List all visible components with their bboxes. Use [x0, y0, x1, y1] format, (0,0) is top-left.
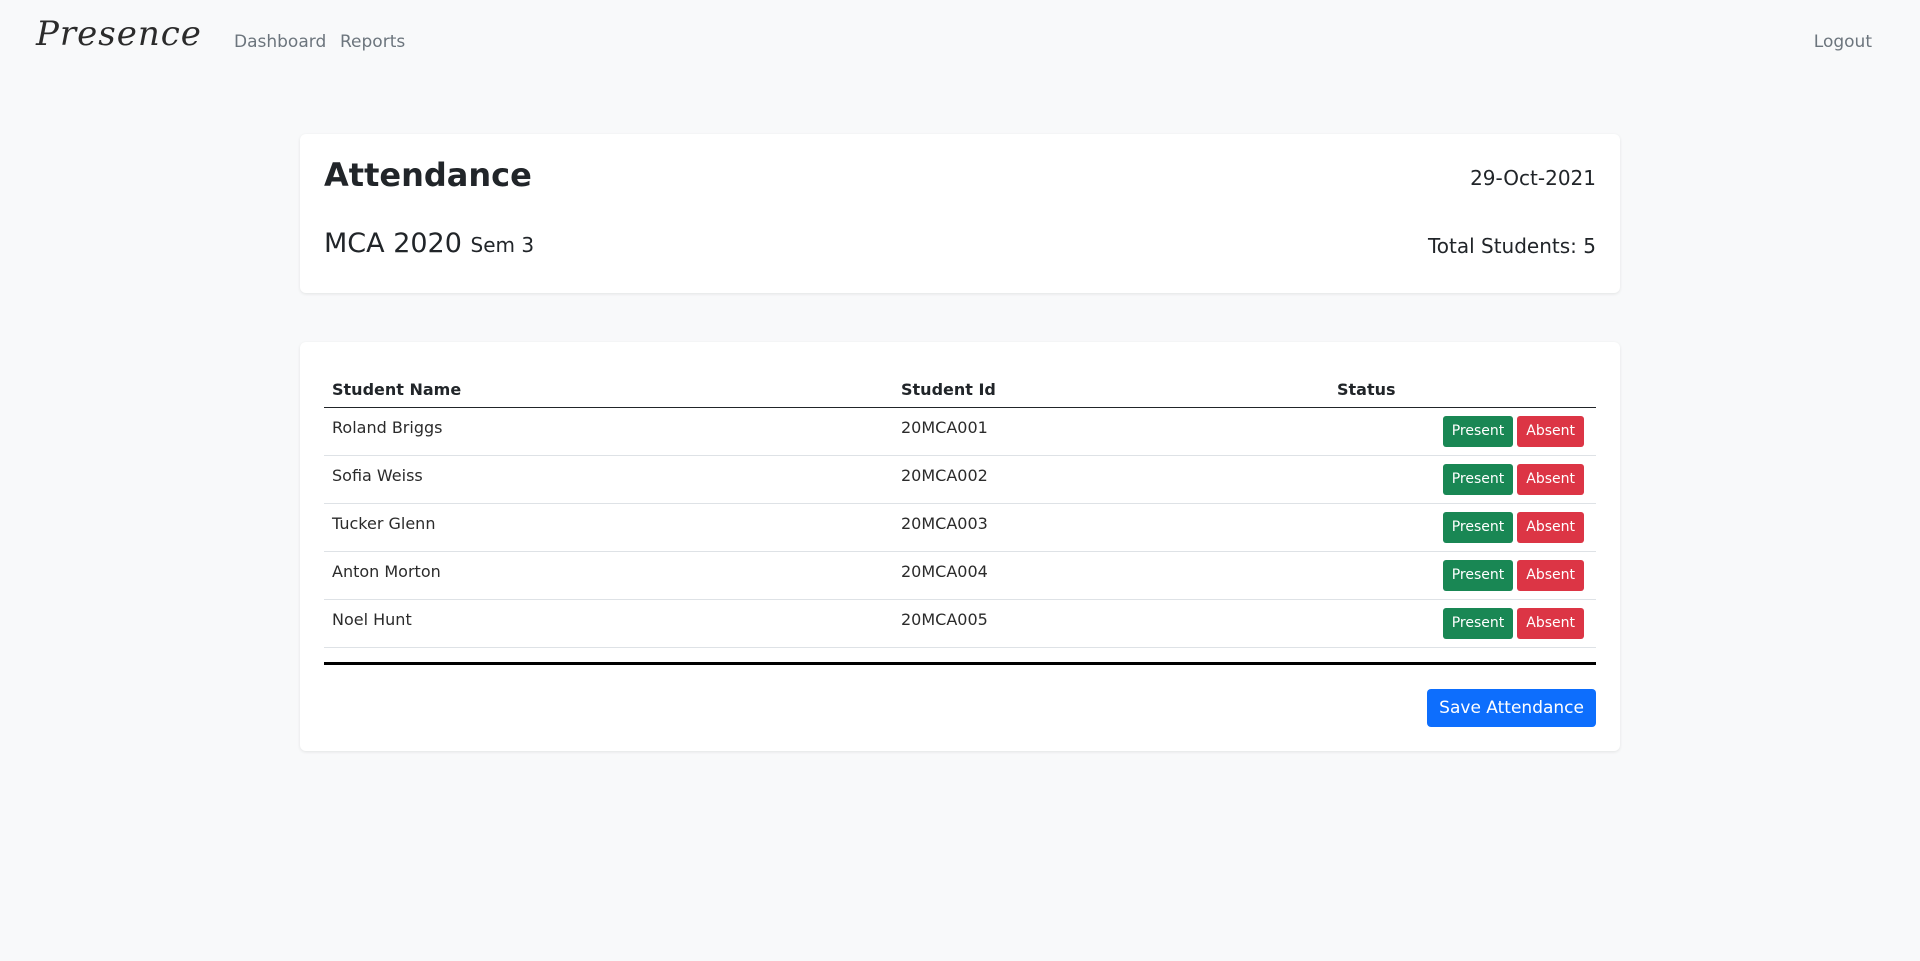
column-header-status: Status — [1337, 380, 1396, 399]
student-id: 20MCA002 — [901, 466, 988, 485]
attendance-table-card: Student Name Student Id Status Roland Br… — [300, 342, 1620, 751]
student-id: 20MCA003 — [901, 514, 988, 533]
class-semester: Sem 3 — [470, 233, 535, 257]
brand-logo[interactable]: Presence — [36, 14, 202, 54]
present-button[interactable]: Present — [1442, 608, 1514, 639]
total-students: Total Students: 5 — [1427, 234, 1596, 258]
student-name: Anton Morton — [332, 562, 441, 581]
table-divider — [324, 662, 1596, 665]
status-actions: Present Absent — [1337, 408, 1596, 455]
column-header-student-id: Student Id — [901, 380, 996, 399]
attendance-header-card: Attendance 29-Oct-2021 MCA 2020 Sem 3 To… — [300, 134, 1620, 293]
table-row: Anton Morton 20MCA004 Present Absent — [324, 552, 1596, 600]
logout-link[interactable]: Logout — [1814, 32, 1872, 52]
table-row: Roland Briggs 20MCA001 Present Absent — [324, 408, 1596, 456]
student-name: Noel Hunt — [332, 610, 412, 629]
student-id: 20MCA001 — [901, 418, 988, 437]
save-attendance-button[interactable]: Save Attendance — [1427, 689, 1596, 727]
student-name: Tucker Glenn — [332, 514, 436, 533]
absent-button[interactable]: Absent — [1517, 608, 1584, 639]
student-id: 20MCA005 — [901, 610, 988, 629]
present-button[interactable]: Present — [1442, 560, 1514, 591]
absent-button[interactable]: Absent — [1517, 560, 1584, 591]
status-actions: Present Absent — [1337, 456, 1596, 503]
present-button[interactable]: Present — [1442, 416, 1514, 447]
attendance-table: Student Name Student Id Status Roland Br… — [324, 372, 1596, 648]
column-header-student-name: Student Name — [332, 380, 462, 399]
attendance-date: 29-Oct-2021 — [1470, 166, 1596, 190]
student-name: Sofia Weiss — [332, 466, 423, 485]
present-button[interactable]: Present — [1442, 512, 1514, 543]
absent-button[interactable]: Absent — [1517, 512, 1584, 543]
absent-button[interactable]: Absent — [1517, 464, 1584, 495]
page-title: Attendance — [324, 156, 532, 194]
navbar: Presence Dashboard Reports Logout — [0, 0, 1920, 84]
class-info: MCA 2020 Sem 3 — [324, 228, 534, 259]
table-row: Noel Hunt 20MCA005 Present Absent — [324, 600, 1596, 648]
class-name: MCA 2020 — [324, 228, 462, 259]
present-button[interactable]: Present — [1442, 464, 1514, 495]
table-row: Sofia Weiss 20MCA002 Present Absent — [324, 456, 1596, 504]
absent-button[interactable]: Absent — [1517, 416, 1584, 447]
student-name: Roland Briggs — [332, 418, 443, 437]
nav-reports-link[interactable]: Reports — [340, 32, 405, 52]
nav-dashboard-link[interactable]: Dashboard — [234, 32, 326, 52]
status-actions: Present Absent — [1337, 552, 1596, 599]
table-row: Tucker Glenn 20MCA003 Present Absent — [324, 504, 1596, 552]
student-id: 20MCA004 — [901, 562, 988, 581]
status-actions: Present Absent — [1337, 504, 1596, 551]
table-header: Student Name Student Id Status — [324, 372, 1596, 408]
status-actions: Present Absent — [1337, 600, 1596, 647]
